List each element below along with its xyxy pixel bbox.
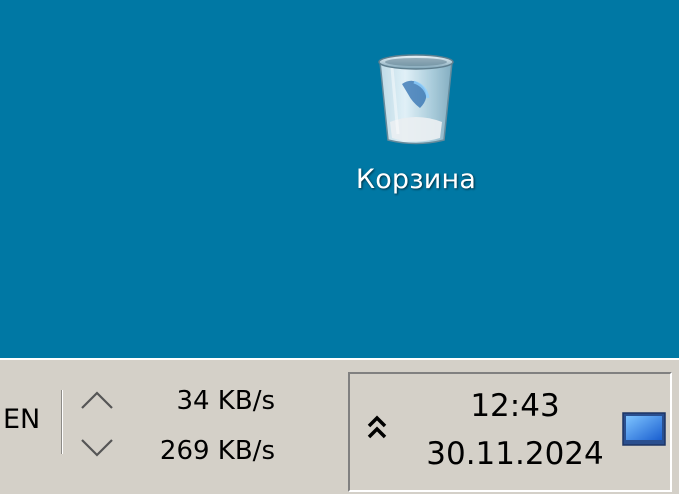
chevron-down-icon	[81, 439, 113, 457]
double-chevron-up-icon[interactable]	[366, 410, 388, 444]
notification-area: 12:43 30.11.2024	[348, 372, 672, 492]
screen: Корзина EN 34 KB/s 269 KB/s 12:43 30.11.…	[0, 0, 679, 494]
clock-date[interactable]: 30.11.2024	[408, 436, 622, 472]
language-separator	[61, 390, 63, 454]
clock-time[interactable]: 12:43	[420, 388, 610, 424]
chevron-up-icon	[81, 391, 113, 409]
desktop-icon-recycle-bin[interactable]: Корзина	[340, 40, 492, 210]
taskbar: EN 34 KB/s 269 KB/s 12:43 30.11.2024	[0, 358, 679, 494]
recycle-bin-icon	[378, 54, 454, 145]
monitor-icon[interactable]	[622, 412, 666, 446]
download-rate: 269 KB/s	[159, 436, 275, 466]
desktop[interactable]: Корзина	[0, 0, 679, 358]
recycle-bin-label: Корзина	[355, 164, 477, 195]
language-indicator[interactable]: EN	[3, 404, 40, 435]
upload-rate: 34 KB/s	[176, 386, 275, 416]
